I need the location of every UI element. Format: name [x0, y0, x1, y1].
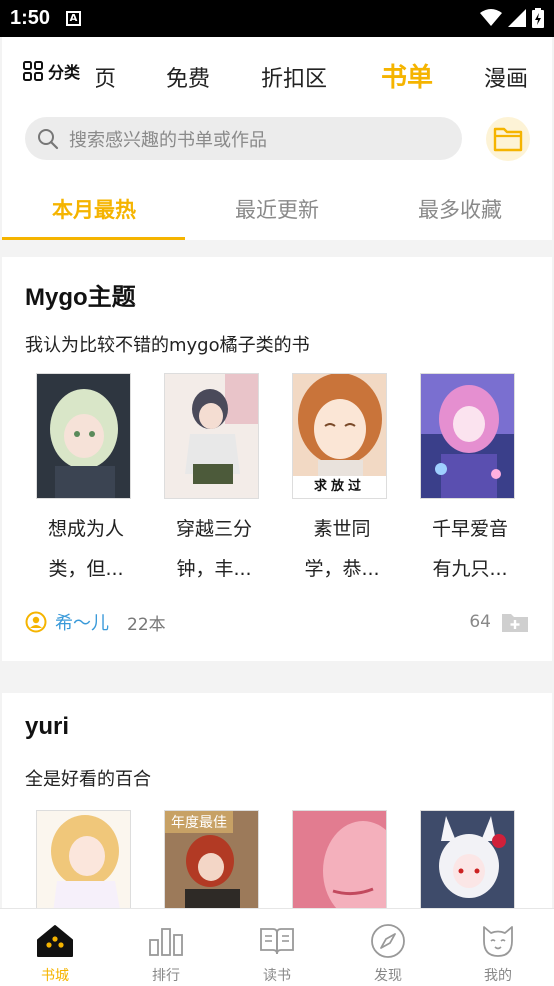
wifi-icon	[480, 9, 502, 26]
nav-label: 读书	[263, 968, 291, 984]
nav-profile[interactable]: 我的	[468, 921, 528, 985]
book-item[interactable]: 穿越三分 钟，丰...	[164, 373, 264, 589]
sort-tabs: 本月最热 最近更新 最多收藏	[2, 180, 552, 240]
tab-free[interactable]: 免费	[166, 61, 210, 93]
book-title: 想成为人 类，但...	[47, 518, 124, 580]
nav-label: 排行	[152, 968, 180, 984]
book-title: 素世同 学，恭...	[304, 518, 380, 580]
folder-icon	[493, 127, 523, 152]
category-label: 分类	[48, 63, 81, 82]
bottom-nav: 书城 排行 读书 发现 我的	[0, 908, 554, 986]
booklist-card[interactable]: yuri 全是好看的百合 年度最佳	[2, 693, 552, 936]
search-placeholder: 搜索感兴趣的书单或作品	[69, 129, 267, 151]
bar-chart-icon	[149, 928, 183, 956]
active-tab-indicator	[2, 237, 185, 240]
folder-button[interactable]	[486, 117, 530, 161]
tab-most-favorited[interactable]: 最多收藏	[368, 194, 552, 224]
search-input[interactable]: 搜索感兴趣的书单或作品	[25, 117, 462, 160]
search-icon	[38, 128, 59, 149]
nav-label: 我的	[484, 968, 512, 984]
compass-icon	[371, 924, 405, 958]
signal-icon	[508, 9, 526, 27]
nav-bookstore[interactable]: 书城	[25, 921, 85, 985]
book-count: 22本	[127, 614, 166, 635]
book-cover: 求放过	[292, 373, 387, 499]
battery-icon	[532, 8, 544, 28]
book-item[interactable]: 千早爱音 有九只...	[420, 373, 520, 589]
home-icon	[37, 925, 73, 957]
nav-label: 书城	[41, 968, 69, 984]
tab-comics[interactable]: 漫画	[484, 61, 528, 93]
booklist-title: Mygo主题	[25, 284, 136, 311]
book-cover	[36, 373, 131, 499]
nav-label: 发现	[374, 968, 402, 984]
cat-face-icon	[483, 926, 513, 957]
book-item[interactable]: 想成为人 类，但...	[36, 373, 136, 589]
cover-badge: 年度最佳	[165, 811, 233, 833]
open-book-icon	[260, 928, 294, 955]
tab-discount[interactable]: 折扣区	[261, 61, 327, 93]
nav-reading[interactable]: 读书	[247, 921, 307, 985]
author-link[interactable]: 希〜儿	[55, 609, 109, 635]
booklist-description: 我认为比较不错的mygo橘子类的书	[25, 335, 310, 356]
booklist-title: yuri	[25, 713, 70, 740]
book-cover	[420, 373, 515, 499]
grid-icon	[23, 61, 43, 81]
tab-home[interactable]: 页	[96, 61, 116, 93]
booklist-footer: 希〜儿 22本 64	[25, 607, 529, 637]
notification-icon: A	[66, 11, 82, 26]
booklist-card[interactable]: Mygo主题 我认为比较不错的mygo橘子类的书 想成为人 类，但... 穿越三…	[2, 257, 552, 661]
add-favorite-icon[interactable]	[501, 611, 529, 633]
cover-caption: 求放过	[293, 476, 386, 498]
status-time: 1:50	[10, 7, 51, 29]
book-title: 千早爱音 有九只...	[431, 518, 508, 580]
status-icons	[480, 8, 544, 28]
book-cover	[164, 373, 259, 499]
book-title: 穿越三分 钟，丰...	[175, 518, 252, 580]
top-tabs: 页 免费 折扣区 书单 漫画	[96, 49, 552, 105]
category-button[interactable]: 分类	[22, 59, 80, 83]
book-item[interactable]: 求放过 素世同 学，恭...	[292, 373, 392, 589]
user-icon	[25, 611, 47, 633]
nav-discover[interactable]: 发现	[358, 921, 418, 985]
tab-booklist[interactable]: 书单	[381, 57, 433, 94]
tab-recent-update[interactable]: 最近更新	[185, 194, 369, 224]
status-bar: 1:50 A	[0, 0, 554, 37]
favorite-count: 64	[469, 612, 491, 632]
top-header: 分类 页 免费 折扣区 书单 漫画 搜索感兴趣的书单或作品 本月最热 最近更新 …	[2, 37, 552, 240]
tab-monthly-hot[interactable]: 本月最热	[2, 194, 186, 224]
nav-ranking[interactable]: 排行	[136, 921, 196, 985]
booklist-description: 全是好看的百合	[25, 769, 151, 790]
